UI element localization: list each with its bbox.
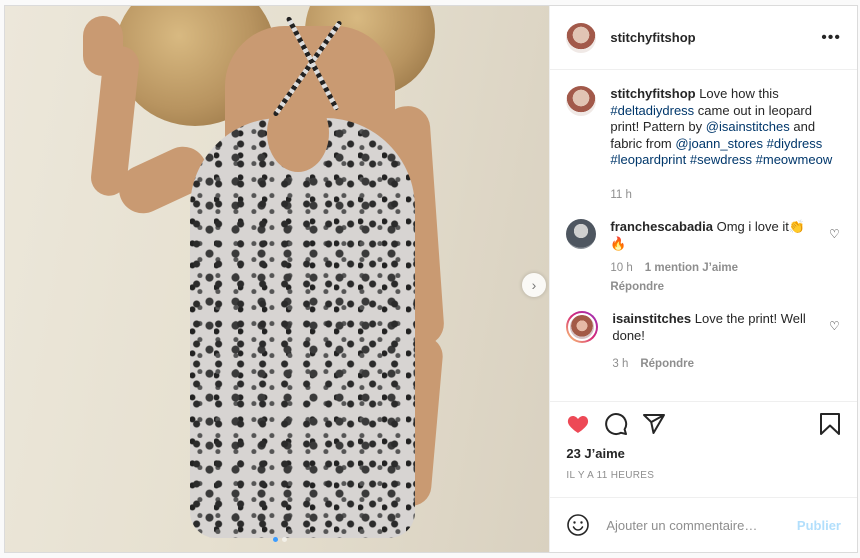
comment-meta: 3 h Répondre: [612, 356, 821, 373]
add-comment-bar: Publier: [550, 497, 857, 552]
carousel-dots: [273, 537, 287, 542]
caption-time: 11 h: [610, 188, 632, 201]
caption-text: Love how this: [695, 86, 779, 101]
hashtag-link[interactable]: #deltadiydress: [610, 103, 694, 118]
more-icon[interactable]: •••: [821, 29, 841, 47]
reply-button[interactable]: Répondre: [610, 279, 664, 296]
header-username[interactable]: stitchyfitshop: [610, 30, 695, 45]
caption-body: stitchyfitshop Love how this #deltadiydr…: [610, 86, 841, 203]
caption-meta: 11 h: [610, 187, 841, 204]
leopard-dress: [190, 118, 415, 538]
comment-meta: Répondre: [610, 279, 821, 296]
hashtag-link[interactable]: #diydress: [767, 136, 823, 151]
bookmark-icon[interactable]: [819, 412, 841, 436]
post-timestamp: IL Y A 11 HEURES: [566, 470, 655, 481]
mention-link[interactable]: @isainstitches: [706, 119, 790, 134]
caption-row: stitchyfitshop Love how this #deltadiydr…: [566, 86, 841, 203]
comment-icon[interactable]: [604, 412, 628, 436]
action-icons: [566, 412, 841, 436]
hashtag-link[interactable]: #meowmeow: [756, 152, 833, 167]
post-actions: 23 J’aime IL Y A 11 HEURES: [550, 401, 857, 481]
avatar[interactable]: [566, 311, 599, 343]
hashtag-link[interactable]: #sewdress: [690, 152, 752, 167]
comment-username[interactable]: franchescabadia: [610, 219, 713, 234]
comment-likes[interactable]: 1 mention J’aime: [645, 260, 738, 277]
post-sidebar: stitchyfitshop ••• stitchyfitshop Love h…: [549, 6, 857, 552]
reply-button[interactable]: Répondre: [640, 356, 694, 373]
emoji-icon[interactable]: [566, 513, 590, 537]
share-icon[interactable]: [642, 412, 666, 436]
publish-button[interactable]: Publier: [797, 518, 841, 533]
likes-count[interactable]: 23 J’aime: [566, 446, 841, 461]
mention-link[interactable]: @joann_stores: [675, 136, 763, 151]
like-heart-icon[interactable]: [566, 412, 590, 436]
post-header: stitchyfitshop •••: [550, 6, 857, 70]
caption-username[interactable]: stitchyfitshop: [610, 86, 695, 101]
comment-username[interactable]: isainstitches: [612, 311, 691, 326]
comment-time: 3 h: [612, 358, 629, 370]
carousel-dot: [273, 537, 278, 542]
post-image[interactable]: ›: [5, 6, 550, 552]
like-comment-heart-icon[interactable]: ♡: [829, 319, 841, 333]
comments-list: stitchyfitshop Love how this #deltadiydr…: [550, 70, 857, 401]
instagram-post: › stitchyfitshop ••• stitchyfitshop Love…: [4, 5, 858, 553]
comment-row: franchescabadia Omg i love it👏🔥 10 h 1 m…: [566, 219, 841, 295]
photo-keyhole: [267, 94, 329, 172]
comment-input[interactable]: [604, 516, 797, 534]
like-comment-heart-icon[interactable]: ♡: [829, 227, 841, 241]
carousel-next-button[interactable]: ›: [522, 273, 546, 297]
avatar[interactable]: [566, 86, 597, 116]
avatar[interactable]: [566, 22, 597, 53]
comment-time: 10 h: [610, 262, 633, 274]
avatar[interactable]: [566, 219, 597, 249]
comment-body: isainstitches Love the print! Well done!…: [612, 311, 821, 373]
avatar-image: [568, 313, 597, 341]
comment-row: isainstitches Love the print! Well done!…: [566, 311, 841, 373]
comment-body: franchescabadia Omg i love it👏🔥 10 h 1 m…: [610, 219, 821, 295]
carousel-dot: [282, 537, 287, 542]
comment-meta: 10 h 1 mention J’aime: [610, 260, 821, 277]
hashtag-link[interactable]: #leopardprint: [610, 152, 686, 167]
